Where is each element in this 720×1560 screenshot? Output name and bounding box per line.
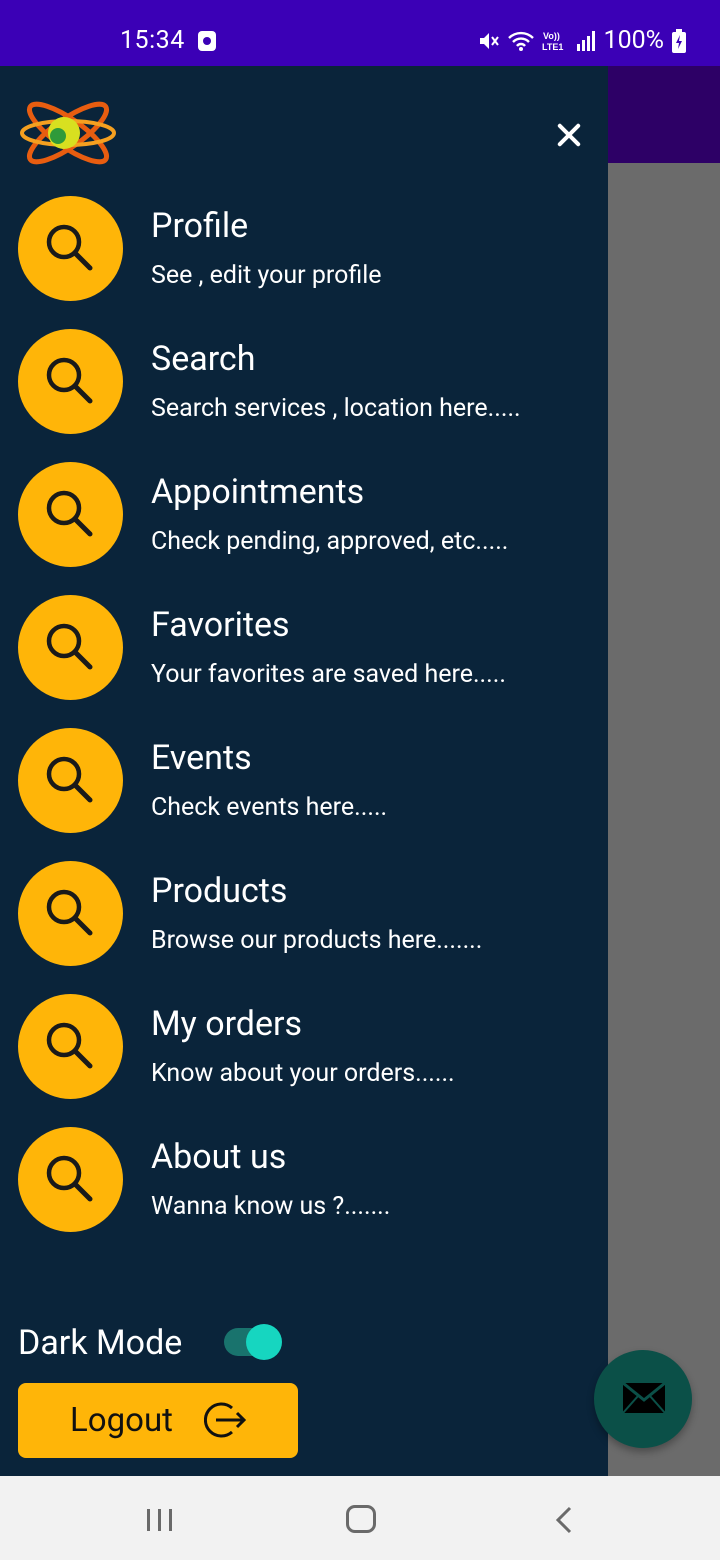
menu-item-icon-badge xyxy=(18,728,123,833)
wifi-icon xyxy=(507,31,534,51)
menu-item-events[interactable]: Events Check events here..... xyxy=(18,728,598,834)
recent-apps-button[interactable] xyxy=(147,1509,175,1531)
search-icon xyxy=(46,1155,93,1202)
dark-mode-label: Dark Mode xyxy=(18,1323,183,1363)
menu-item-subtitle: Know about your orders...... xyxy=(151,1059,455,1088)
menu-item-subtitle: Check events here..... xyxy=(151,793,388,822)
dark-mode-toggle-knob[interactable] xyxy=(246,1324,282,1360)
search-icon xyxy=(46,756,93,803)
menu-item-search[interactable]: Search Search services , location here..… xyxy=(18,329,598,435)
background-app-bar xyxy=(600,66,720,163)
menu-item-icon-badge xyxy=(18,595,123,700)
menu-item-subtitle: Check pending, approved, etc..... xyxy=(151,527,509,556)
message-fab[interactable] xyxy=(594,1350,692,1448)
menu-item-my-orders[interactable]: My orders Know about your orders...... xyxy=(18,994,598,1100)
menu-item-icon-badge xyxy=(18,196,123,301)
menu-item-title: About us xyxy=(151,1137,287,1177)
search-icon xyxy=(46,889,93,936)
notification-icon xyxy=(198,31,216,51)
app-logo xyxy=(20,101,116,165)
volte-lte-icon: Vo))LTE1 xyxy=(542,31,563,52)
battery-charging-icon xyxy=(672,28,686,53)
logout-label: Logout xyxy=(70,1401,173,1440)
menu-item-favorites[interactable]: Favorites Your favorites are saved here.… xyxy=(18,595,598,701)
svg-text:Vo)): Vo)) xyxy=(543,31,560,41)
logout-icon xyxy=(204,1402,247,1438)
menu-item-subtitle: Search services , location here..... xyxy=(151,394,521,423)
menu-item-icon-badge xyxy=(18,329,123,434)
signal-icon xyxy=(576,30,595,51)
menu-item-title: Favorites xyxy=(151,605,290,645)
menu-item-subtitle: Browse our products here....... xyxy=(151,926,483,955)
status-time: 15:34 xyxy=(120,26,185,55)
menu-item-subtitle: Your favorites are saved here..... xyxy=(151,660,506,689)
menu-item-appointments[interactable]: Appointments Check pending, approved, et… xyxy=(18,462,598,568)
navigation-drawer: Profile See , edit your profile Search S… xyxy=(0,66,608,1476)
system-navigation-bar xyxy=(0,1476,720,1560)
dark-mode-row: Dark Mode xyxy=(18,1318,318,1368)
status-bar: 15:34 Vo)) LTE1 100% xyxy=(0,0,720,66)
menu-item-title: Search xyxy=(151,339,256,379)
svg-text:LTE1: LTE1 xyxy=(542,42,563,52)
menu-item-title: Appointments xyxy=(151,472,365,512)
menu-item-title: Events xyxy=(151,738,252,778)
menu-item-profile[interactable]: Profile See , edit your profile xyxy=(18,196,598,302)
logout-button[interactable]: Logout xyxy=(18,1383,298,1458)
menu-item-subtitle: Wanna know us ?....... xyxy=(151,1192,391,1221)
search-icon xyxy=(46,623,93,670)
battery-percent: 100% xyxy=(603,26,664,55)
status-icons: Vo)) LTE1 100% xyxy=(476,26,686,55)
menu-item-title: Profile xyxy=(151,206,249,246)
menu-item-icon-badge xyxy=(18,462,123,567)
search-icon xyxy=(46,224,93,271)
menu-item-title: Products xyxy=(151,871,288,911)
back-button[interactable] xyxy=(552,1506,576,1534)
mute-icon xyxy=(479,32,499,49)
search-icon xyxy=(46,1022,93,1069)
menu-item-icon-badge xyxy=(18,994,123,1099)
menu-item-title: My orders xyxy=(151,1004,303,1044)
home-button[interactable] xyxy=(346,1505,376,1533)
menu-item-about-us[interactable]: About us Wanna know us ?....... xyxy=(18,1127,598,1233)
menu-item-icon-badge xyxy=(18,1127,123,1232)
search-icon xyxy=(46,490,93,537)
menu-item-products[interactable]: Products Browse our products here....... xyxy=(18,861,598,967)
menu-item-subtitle: See , edit your profile xyxy=(151,261,382,290)
menu-item-icon-badge xyxy=(18,861,123,966)
mail-icon xyxy=(622,1382,666,1414)
search-icon xyxy=(46,357,93,404)
close-drawer-button[interactable] xyxy=(548,114,590,156)
